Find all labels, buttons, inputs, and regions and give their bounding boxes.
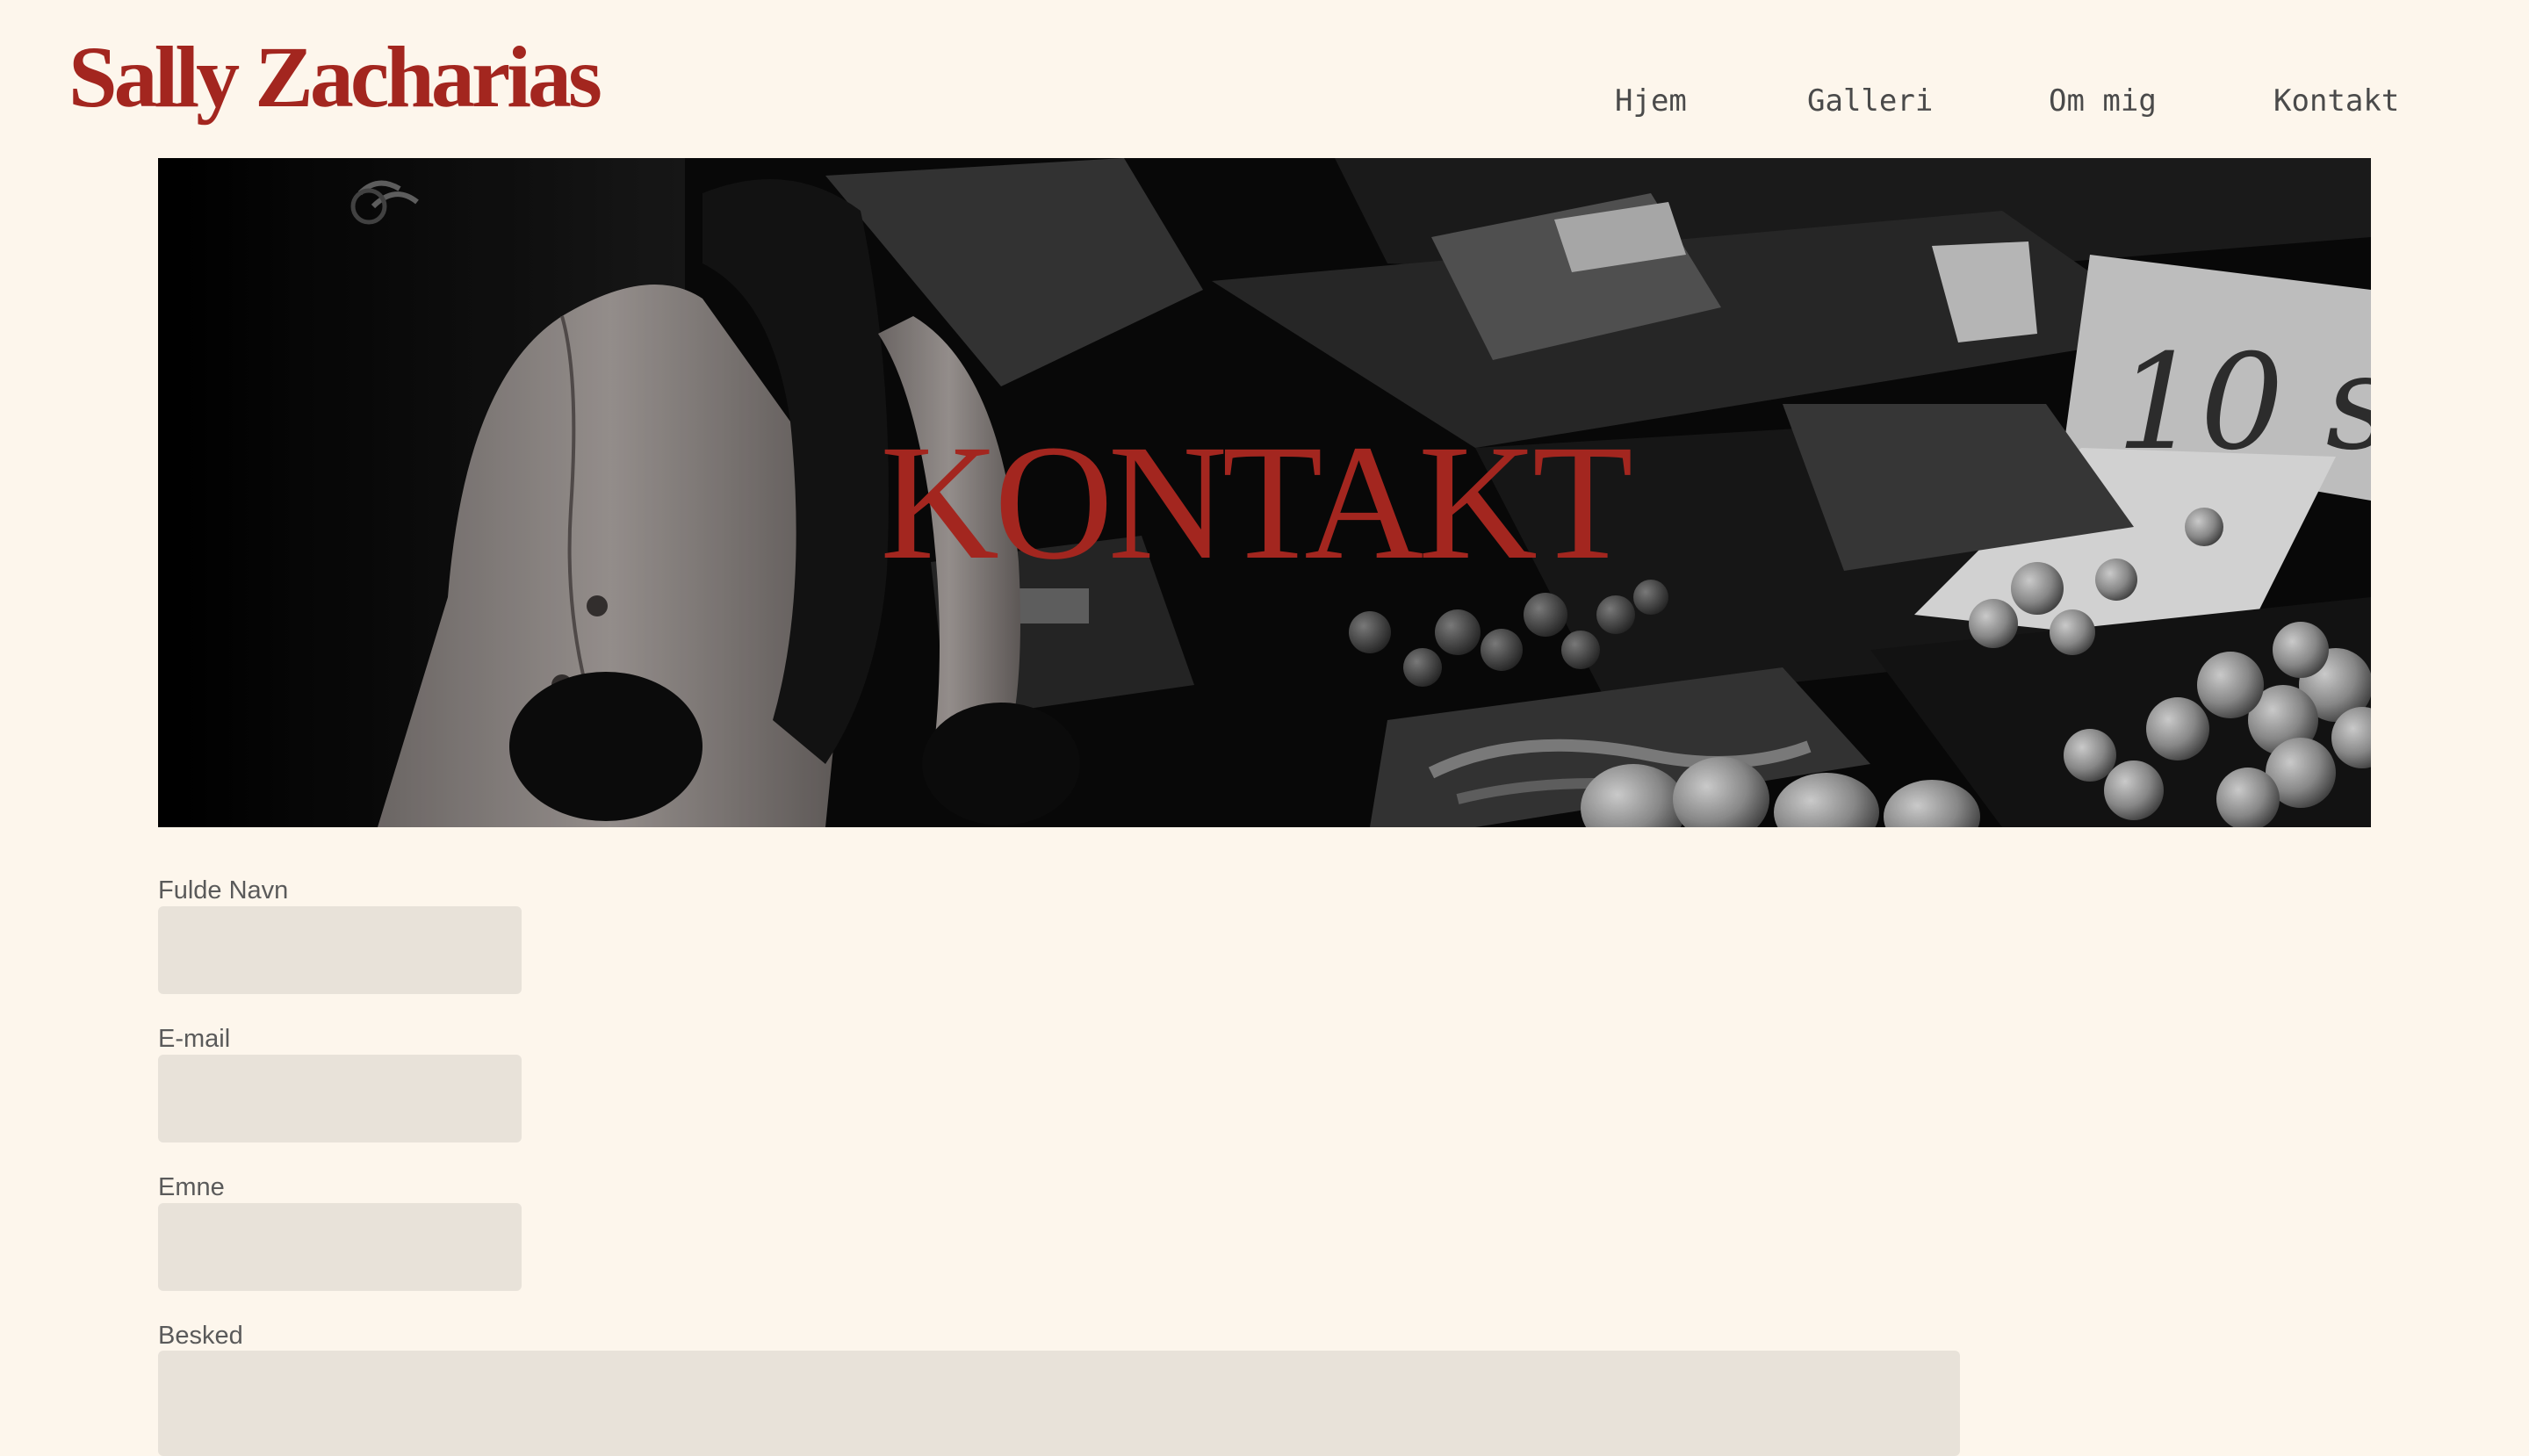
name-label: Fulde Navn [158, 876, 289, 905]
page-title: KONTAKT [880, 410, 1632, 594]
nav-link-galleri[interactable]: Galleri [1807, 81, 1933, 121]
hero-banner: 10 stk 20 [158, 158, 2371, 827]
name-input[interactable] [158, 906, 522, 994]
nav-link-kontakt[interactable]: Kontakt [2273, 81, 2399, 121]
email-label: E-mail [158, 1025, 231, 1053]
nav-link-hjem[interactable]: Hjem [1615, 81, 1687, 121]
nav-link-om-mig[interactable]: Om mig [2049, 81, 2157, 121]
message-textarea[interactable] [158, 1351, 1960, 1456]
main-nav: Hjem Galleri Om mig Kontakt [0, 81, 2529, 125]
message-label: Besked [158, 1322, 243, 1350]
subject-label: Emne [158, 1173, 225, 1201]
email-input[interactable] [158, 1055, 522, 1142]
subject-input[interactable] [158, 1203, 522, 1291]
